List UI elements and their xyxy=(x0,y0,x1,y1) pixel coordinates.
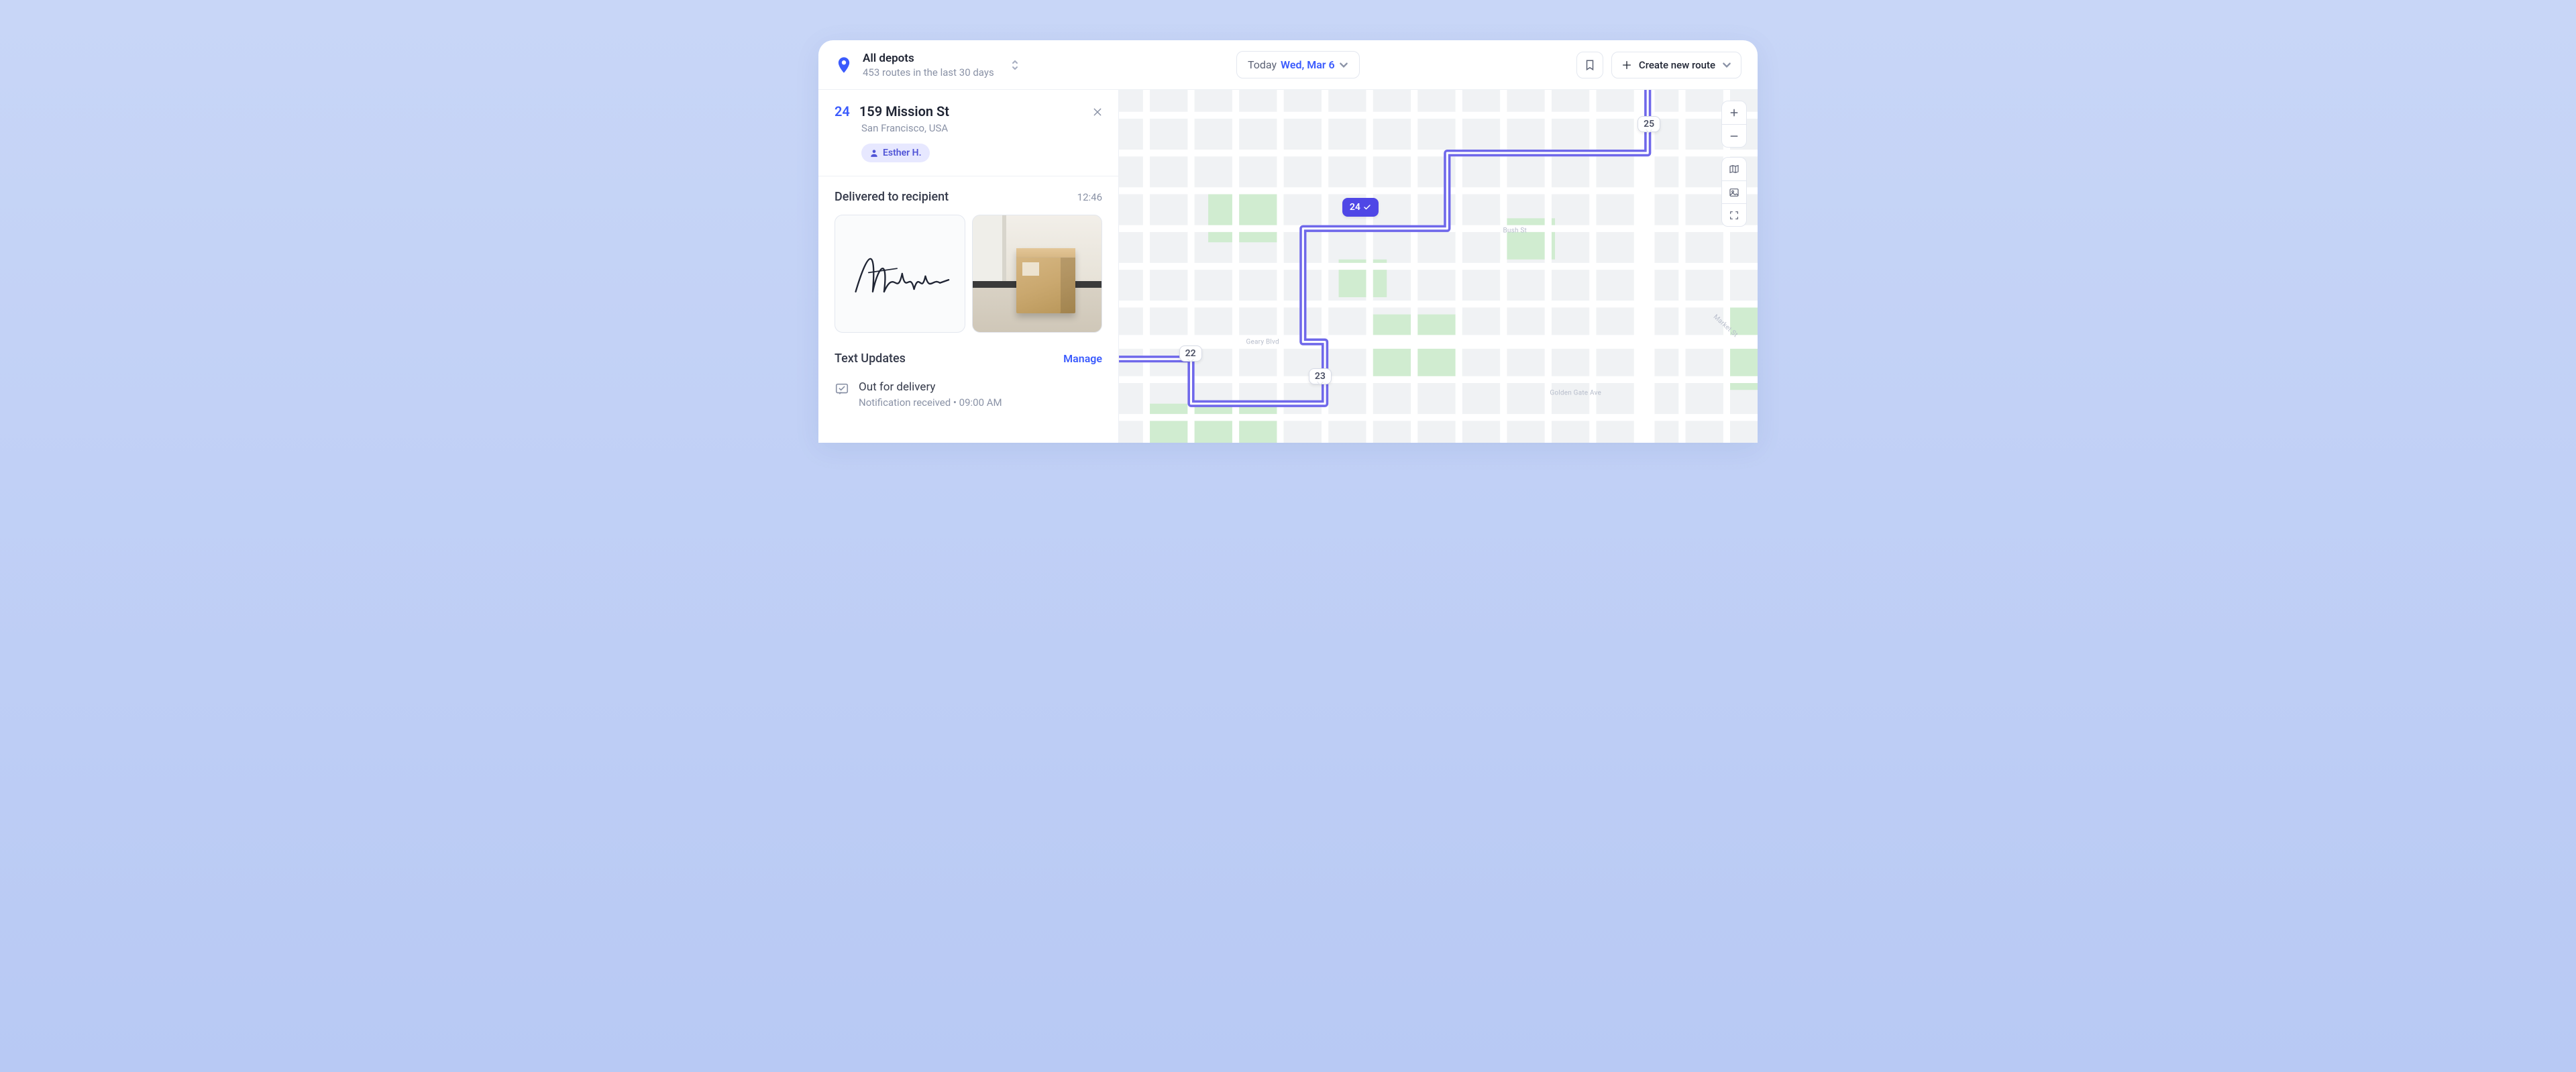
date-value: Wed, Mar 6 xyxy=(1281,58,1335,71)
signature-proof[interactable] xyxy=(835,215,965,333)
map-marker-23[interactable]: 23 xyxy=(1309,368,1332,384)
bookmark-button[interactable] xyxy=(1576,52,1603,78)
text-updates-section: Text Updates Manage Out for delivery Not… xyxy=(818,346,1118,426)
sidebar[interactable]: 24 159 Mission St San Francisco, USA Est… xyxy=(818,90,1119,443)
delivery-section: Delivered to recipient 12:46 xyxy=(818,176,1118,346)
zoom-in-button[interactable] xyxy=(1722,101,1746,124)
signature-icon xyxy=(848,233,951,315)
map-controls xyxy=(1721,101,1747,227)
manage-link[interactable]: Manage xyxy=(1063,352,1102,365)
map-marker-24-active[interactable]: 24 xyxy=(1342,198,1379,217)
layer-control xyxy=(1721,157,1747,227)
topbar: All depots 453 routes in the last 30 day… xyxy=(818,40,1758,90)
depot-selector[interactable]: All depots 453 routes in the last 30 day… xyxy=(835,52,1020,78)
chevron-down-icon xyxy=(1722,60,1731,70)
close-icon xyxy=(1092,107,1103,117)
stop-header: 24 159 Mission St San Francisco, USA Est… xyxy=(818,90,1118,176)
update-item: Out for delivery Notification received •… xyxy=(835,376,1102,413)
plus-icon xyxy=(1621,60,1632,70)
satellite-layer-button[interactable] xyxy=(1722,180,1746,203)
person-icon xyxy=(869,148,879,158)
depot-subtitle: 453 routes in the last 30 days xyxy=(863,66,994,78)
zoom-control xyxy=(1721,101,1747,148)
driver-chip[interactable]: Esther H. xyxy=(861,144,930,162)
image-icon xyxy=(1729,187,1739,198)
chevron-down-icon xyxy=(1339,60,1348,70)
minus-icon xyxy=(1729,131,1739,142)
delivery-title: Delivered to recipient xyxy=(835,190,949,204)
check-icon xyxy=(1363,203,1371,211)
update-subtitle: Notification received • 09:00 AM xyxy=(859,396,1002,409)
map[interactable]: 22 23 24 25 Geary Blvd Bush St Golden Ga… xyxy=(1119,90,1758,443)
location-pin-icon xyxy=(835,56,853,74)
message-check-icon xyxy=(835,382,849,396)
body: 24 159 Mission St San Francisco, USA Est… xyxy=(818,90,1758,443)
map-layer-button[interactable] xyxy=(1722,158,1746,180)
delivery-time: 12:46 xyxy=(1077,191,1102,203)
create-route-button[interactable]: Create new route xyxy=(1611,52,1741,78)
photo-proof[interactable] xyxy=(972,215,1103,333)
package-photo-illustration xyxy=(973,215,1102,332)
date-picker[interactable]: Today Wed, Mar 6 xyxy=(1236,51,1360,78)
stop-address: 159 Mission St xyxy=(859,103,949,119)
map-canvas xyxy=(1119,90,1758,443)
driver-name: Esther H. xyxy=(883,148,922,158)
text-updates-title: Text Updates xyxy=(835,352,906,366)
depot-title: All depots xyxy=(863,52,994,65)
close-button[interactable] xyxy=(1090,105,1105,119)
map-icon xyxy=(1729,164,1739,174)
map-marker-25[interactable]: 25 xyxy=(1638,116,1660,132)
zoom-out-button[interactable] xyxy=(1722,124,1746,147)
create-route-label: Create new route xyxy=(1639,59,1715,71)
crosshair-icon xyxy=(1729,210,1739,221)
update-title: Out for delivery xyxy=(859,380,1002,394)
fit-bounds-button[interactable] xyxy=(1722,203,1746,226)
app-window: All depots 453 routes in the last 30 day… xyxy=(818,40,1758,443)
sort-icon xyxy=(1010,58,1020,72)
today-label: Today xyxy=(1248,58,1277,71)
bookmark-icon xyxy=(1584,59,1596,71)
stop-city: San Francisco, USA xyxy=(861,122,1102,134)
plus-icon xyxy=(1729,107,1739,118)
stop-number: 24 xyxy=(835,103,850,119)
map-marker-22[interactable]: 22 xyxy=(1179,345,1202,362)
